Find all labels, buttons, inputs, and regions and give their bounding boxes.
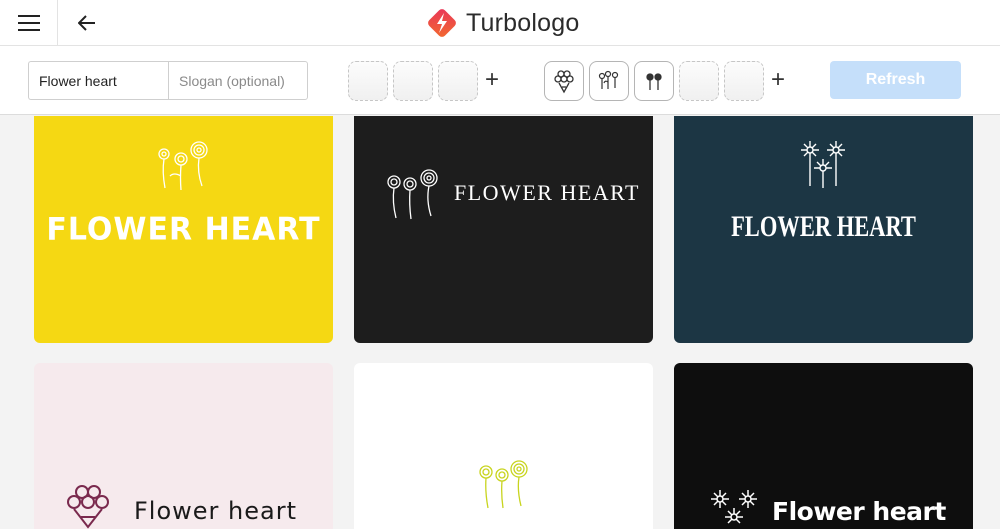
hamburger-icon (17, 15, 40, 31)
logo-card[interactable]: FLOWER HEART (674, 116, 973, 343)
arrow-left-icon (78, 15, 95, 31)
logo-text: FLOWER HEART (46, 211, 321, 248)
flowers-icon (479, 460, 528, 509)
icon-slot-flowers[interactable] (589, 61, 629, 101)
style-slot-empty[interactable] (438, 61, 478, 101)
logo-text: FLOWER HEART (454, 180, 640, 205)
icon-slot-bouquet[interactable] (544, 61, 584, 101)
daisies-icon (711, 490, 757, 524)
logo-text: Flower heart (772, 497, 946, 526)
add-icon-button[interactable]: + (768, 68, 788, 92)
menu-button[interactable] (0, 0, 58, 46)
flowers-icon (387, 169, 438, 220)
turbologo-logo-icon (428, 9, 456, 37)
flowers-icon (158, 141, 208, 191)
brand-name: Turbologo (466, 8, 580, 37)
daisies-icon (801, 141, 845, 188)
bouquet-icon (554, 70, 574, 94)
bouquet-icon (67, 485, 109, 529)
icon-slot-empty[interactable] (724, 61, 764, 101)
logo-text: Flower heart (134, 497, 298, 525)
editor-toolbar: + + Refresh (0, 46, 1000, 115)
logo-card[interactable]: FLOWER HEART (354, 116, 653, 343)
add-style-button[interactable]: + (482, 68, 502, 92)
flowers-icon (598, 70, 619, 89)
style-slot-empty[interactable] (348, 61, 388, 101)
brand-logo[interactable]: Turbologo (424, 5, 579, 41)
back-button[interactable] (58, 0, 116, 46)
slogan-input[interactable] (168, 61, 308, 100)
two-flowers-icon (646, 73, 662, 90)
company-name-input[interactable] (28, 61, 168, 100)
icon-slot-two-flowers[interactable] (634, 61, 674, 101)
logo-card[interactable] (354, 363, 653, 529)
icon-slot-empty[interactable] (679, 61, 719, 101)
refresh-button[interactable]: Refresh (830, 61, 961, 99)
logo-card[interactable]: Flower heart (674, 363, 973, 529)
logo-card[interactable]: Flower heart (34, 363, 333, 529)
logo-card[interactable]: FLOWER HEART (34, 116, 333, 343)
logo-text: FLOWER HEART (731, 210, 916, 243)
top-header: Turbologo (0, 0, 1000, 46)
style-slot-empty[interactable] (393, 61, 433, 101)
